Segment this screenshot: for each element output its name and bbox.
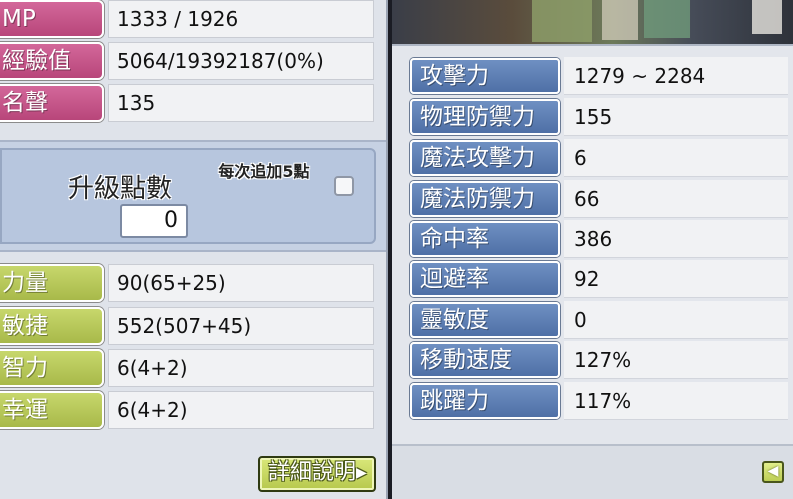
int-label: 智力 <box>0 349 104 387</box>
exp-label: 經驗值 <box>0 42 104 80</box>
ability-points-box: 升級點數 0 每次追加5點 <box>0 148 376 244</box>
jump-label: 跳躍力 <box>410 383 560 419</box>
speed-label: 移動速度 <box>410 342 560 378</box>
hands-label: 靈敏度 <box>410 302 560 338</box>
str-label: 力量 <box>0 264 104 302</box>
character-stats-panel: MP 1333 / 1926 經驗值 5064/19392187(0%) 名聲 … <box>0 0 388 499</box>
mp-value: 1333 / 1926 <box>108 0 374 38</box>
avoid-value: 92 <box>564 260 788 298</box>
int-value: 6(4+2) <box>108 349 374 387</box>
luk-value: 6(4+2) <box>108 391 374 429</box>
attack-value: 1279 ~ 2284 <box>564 57 788 95</box>
detail-stats-list: 攻擊力 1279 ~ 2284 物理防禦力 155 魔法攻擊力 6 魔法防禦力 … <box>392 44 793 444</box>
detail-button-label: 詳細說明 <box>268 460 357 485</box>
fame-label: 名聲 <box>0 84 104 122</box>
game-background <box>392 0 793 44</box>
fame-value: 135 <box>108 84 374 122</box>
jump-value: 117% <box>564 382 788 420</box>
arrow-left-icon[interactable]: ◀ <box>762 461 784 483</box>
avoid-label: 迴避率 <box>410 261 560 297</box>
magic-def-value: 66 <box>564 180 788 218</box>
chevron-right-icon: ▶ <box>356 465 367 481</box>
detail-stats-panel: 攻擊力 1279 ~ 2284 物理防禦力 155 魔法攻擊力 6 魔法防禦力 … <box>392 0 793 499</box>
weapon-def-label: 物理防禦力 <box>410 99 560 135</box>
detail-button[interactable]: 詳細說明▶ <box>258 456 376 492</box>
dex-label: 敏捷 <box>0 307 104 345</box>
exp-value: 5064/19392187(0%) <box>108 42 374 80</box>
hands-value: 0 <box>564 301 788 339</box>
magic-atk-value: 6 <box>564 139 788 177</box>
str-value: 90(65+25) <box>108 264 374 302</box>
auto-add-checkbox[interactable] <box>334 176 354 196</box>
ability-points-label: 升級點數 <box>68 174 173 204</box>
dex-value: 552(507+45) <box>108 307 374 345</box>
weapon-def-value: 155 <box>564 98 788 136</box>
ability-points-section: 升級點數 0 每次追加5點 <box>0 140 386 252</box>
accuracy-value: 386 <box>564 220 788 258</box>
luk-label: 幸運 <box>0 391 104 429</box>
auto-add-label: 每次追加5點 <box>218 162 310 181</box>
magic-def-label: 魔法防禦力 <box>410 181 560 217</box>
attack-label: 攻擊力 <box>410 58 560 94</box>
accuracy-label: 命中率 <box>410 221 560 257</box>
magic-atk-label: 魔法攻擊力 <box>410 140 560 176</box>
speed-value: 127% <box>564 341 788 379</box>
detail-footer: ◀ <box>392 444 793 499</box>
ability-points-value: 0 <box>120 204 188 238</box>
mp-label: MP <box>0 0 104 38</box>
